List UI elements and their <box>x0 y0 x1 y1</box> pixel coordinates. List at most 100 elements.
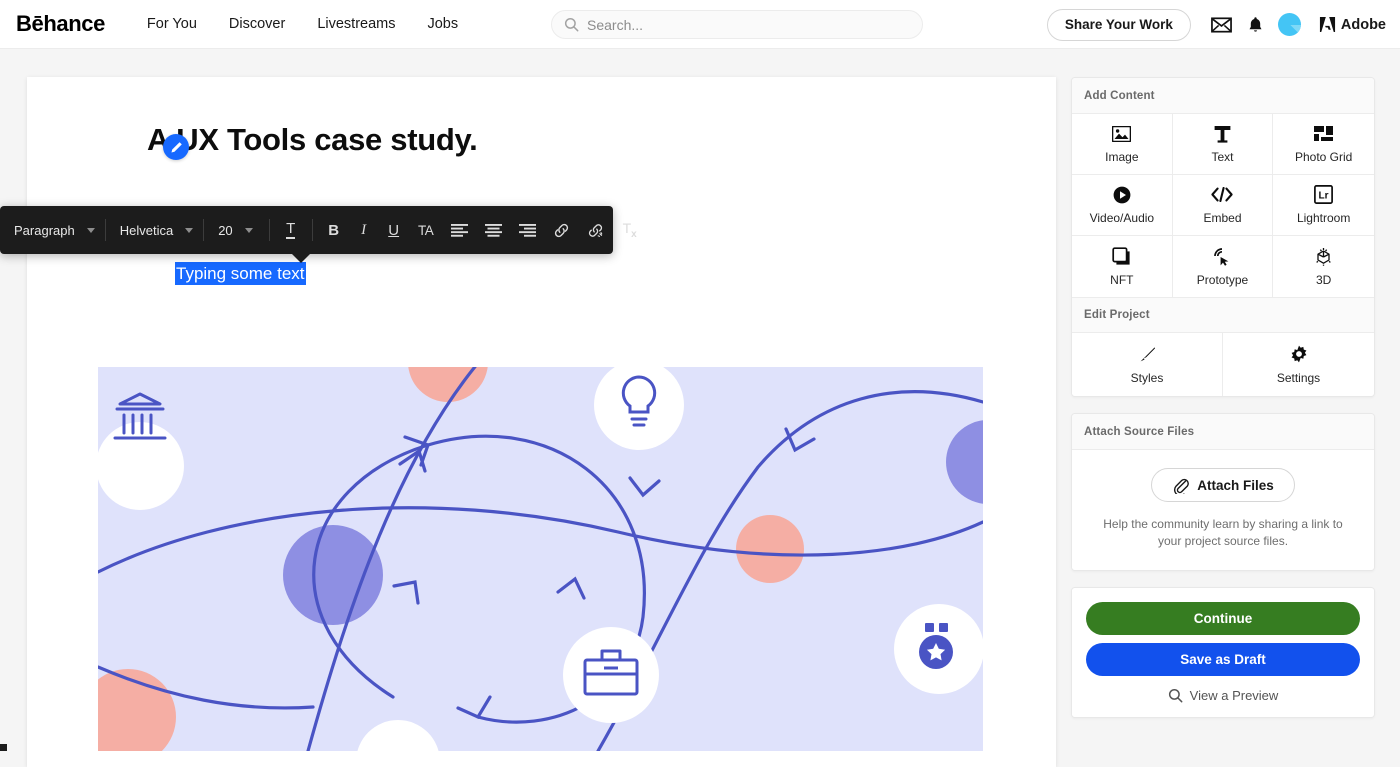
italic-icon: I <box>361 222 366 239</box>
prototype-icon <box>1213 247 1232 266</box>
edit-project-title: Edit Project <box>1072 297 1374 333</box>
clear-format-button[interactable]: Tx <box>613 213 647 247</box>
attach-source-files-title: Attach Source Files <box>1072 414 1374 450</box>
add-embed-tile[interactable]: Embed <box>1173 175 1274 236</box>
attach-help-text: Help the community learn by sharing a li… <box>1092 516 1354 550</box>
add-content-panel: Add Content Image <box>1071 77 1375 397</box>
primary-nav: For You Discover Livestreams Jobs <box>147 16 458 32</box>
align-left-button[interactable] <box>443 213 477 247</box>
project-title[interactable]: A UX Tools case study. <box>147 122 477 158</box>
bold-icon: B <box>328 222 339 239</box>
edit-title-button[interactable] <box>163 134 189 160</box>
search-input[interactable] <box>587 17 910 33</box>
styles-label: Styles <box>1131 371 1164 385</box>
adobe-label: Adobe <box>1341 17 1386 33</box>
continue-button[interactable]: Continue <box>1086 602 1360 635</box>
top-navigation-bar: Bēhance For You Discover Livestreams Job… <box>0 0 1400 49</box>
add-image-tile[interactable]: Image <box>1072 114 1173 175</box>
styles-tile[interactable]: Styles <box>1072 333 1223 396</box>
add-3d-tile[interactable]: 3D <box>1273 236 1374 297</box>
save-as-draft-button[interactable]: Save as Draft <box>1086 643 1360 676</box>
view-preview-link[interactable]: View a Preview <box>1086 688 1360 703</box>
toolbar-divider <box>269 219 270 241</box>
align-center-button[interactable] <box>477 213 511 247</box>
project-cover-illustration[interactable] <box>98 367 983 751</box>
link-button[interactable] <box>545 213 579 247</box>
project-actions-body: Continue Save as Draft View a Preview <box>1072 588 1374 717</box>
brush-icon <box>1139 345 1156 364</box>
adobe-logo-icon <box>1319 16 1336 33</box>
notifications-button[interactable] <box>1239 8 1273 42</box>
align-right-icon <box>519 224 536 237</box>
edit-project-grid: Styles Settings <box>1072 333 1374 396</box>
unlink-icon <box>587 222 604 239</box>
font-size-value: 20 <box>218 223 232 238</box>
letter-case-button[interactable]: TA <box>409 213 443 247</box>
italic-button[interactable]: I <box>349 213 379 247</box>
attach-source-files-body: Attach Files Help the community learn by… <box>1072 450 1374 570</box>
unlink-button[interactable] <box>579 213 613 247</box>
video-audio-icon <box>1113 185 1131 204</box>
add-content-title: Add Content <box>1072 78 1374 114</box>
align-left-icon <box>451 224 468 237</box>
selected-body-text[interactable]: Typing some text <box>175 262 306 285</box>
avatar <box>1278 13 1301 36</box>
toolbar-divider <box>312 219 313 241</box>
align-center-icon <box>485 224 502 237</box>
font-family-dropdown[interactable]: Helvetica <box>106 206 203 254</box>
paperclip-icon <box>1172 477 1189 494</box>
search-bar[interactable] <box>551 10 923 39</box>
add-3d-label: 3D <box>1316 273 1331 287</box>
add-prototype-tile[interactable]: Prototype <box>1173 236 1274 297</box>
add-prototype-label: Prototype <box>1197 273 1248 287</box>
view-preview-label: View a Preview <box>1190 688 1279 703</box>
share-your-work-button[interactable]: Share Your Work <box>1047 9 1191 41</box>
text-color-button[interactable]: T <box>276 213 306 247</box>
font-family-value: Helvetica <box>120 223 173 238</box>
text-icon <box>1214 124 1231 143</box>
nav-link-discover[interactable]: Discover <box>229 16 285 32</box>
add-embed-label: Embed <box>1203 211 1241 225</box>
rich-text-toolbar: Paragraph Helvetica 20 T B I U TA <box>0 206 613 254</box>
add-video-audio-tile[interactable]: Video/Audio <box>1072 175 1173 236</box>
font-size-dropdown[interactable]: 20 <box>204 206 262 254</box>
image-icon <box>1112 124 1131 143</box>
align-right-button[interactable] <box>511 213 545 247</box>
bold-button[interactable]: B <box>319 213 349 247</box>
adobe-button[interactable]: Adobe <box>1319 16 1386 33</box>
nft-icon <box>1112 247 1131 266</box>
svg-text:Lr: Lr <box>1319 190 1329 201</box>
search-icon <box>1168 688 1183 703</box>
add-lightroom-tile[interactable]: Lr Lightroom <box>1273 175 1374 236</box>
add-image-label: Image <box>1105 150 1138 164</box>
profile-button[interactable] <box>1273 8 1307 42</box>
attach-source-files-panel: Attach Source Files Attach Files Help th… <box>1071 413 1375 571</box>
add-text-tile[interactable]: Text <box>1173 114 1274 175</box>
three-d-icon <box>1314 247 1333 266</box>
add-photo-grid-tile[interactable]: Photo Grid <box>1273 114 1374 175</box>
underline-icon: U <box>388 222 399 239</box>
add-video-audio-label: Video/Audio <box>1090 211 1155 225</box>
letter-case-icon: TA <box>418 223 433 238</box>
chevron-down-icon <box>185 228 193 233</box>
gear-icon <box>1290 345 1308 364</box>
search-icon <box>564 17 579 32</box>
lightroom-icon: Lr <box>1314 185 1333 204</box>
nav-link-jobs[interactable]: Jobs <box>427 16 458 32</box>
add-photo-grid-label: Photo Grid <box>1295 150 1352 164</box>
mail-icon <box>1211 17 1232 33</box>
add-nft-tile[interactable]: NFT <box>1072 236 1173 297</box>
nav-link-for-you[interactable]: For You <box>147 16 197 32</box>
attach-files-button[interactable]: Attach Files <box>1151 468 1295 502</box>
editor-sidebar: Add Content Image <box>1071 77 1375 734</box>
behance-logo[interactable]: Bēhance <box>16 11 105 37</box>
paragraph-style-dropdown[interactable]: Paragraph <box>0 206 105 254</box>
settings-tile[interactable]: Settings <box>1223 333 1374 396</box>
nav-link-livestreams[interactable]: Livestreams <box>317 16 395 32</box>
project-actions-panel: Continue Save as Draft View a Preview <box>1071 587 1375 718</box>
bell-icon <box>1248 16 1263 34</box>
messages-button[interactable] <box>1205 8 1239 42</box>
photo-grid-icon <box>1314 124 1333 143</box>
underline-button[interactable]: U <box>379 213 409 247</box>
add-content-grid: Image Text <box>1072 114 1374 297</box>
